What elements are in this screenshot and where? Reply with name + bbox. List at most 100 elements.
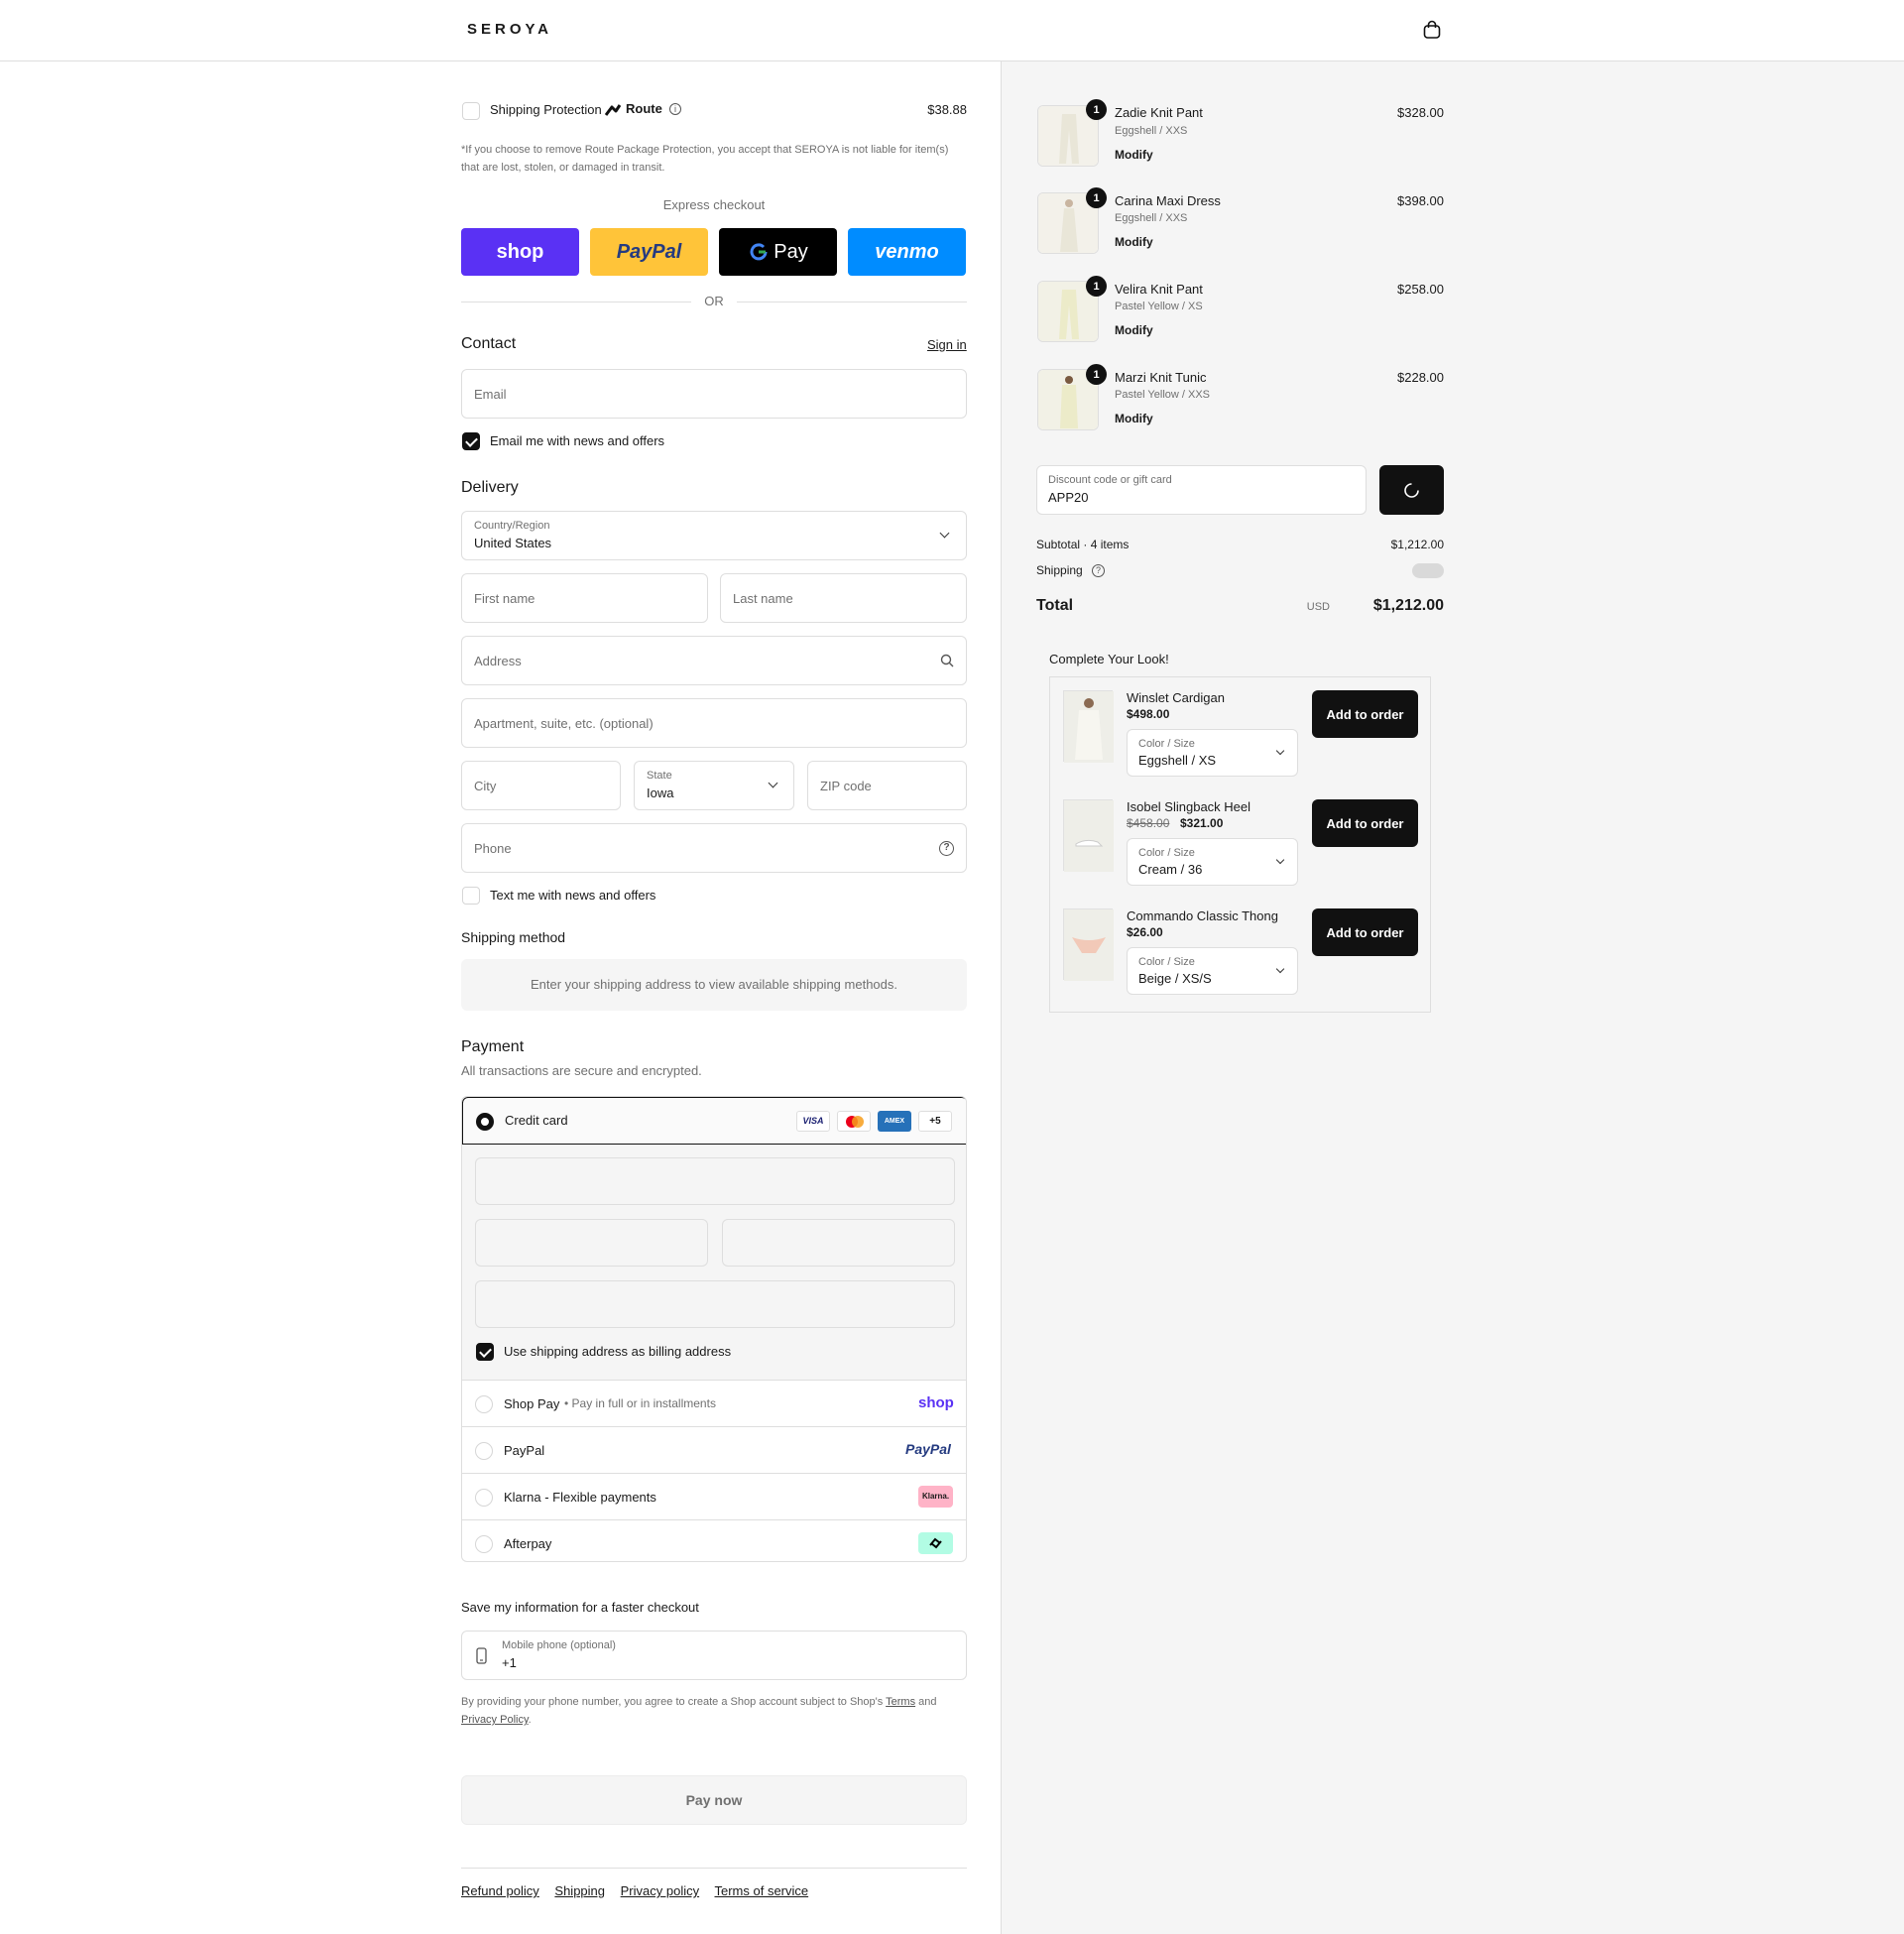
add-to-order-button[interactable]: Add to order bbox=[1312, 690, 1418, 738]
afterpay-option[interactable]: Afterpay bbox=[462, 1519, 966, 1561]
upsell-thumbnail bbox=[1063, 799, 1114, 872]
visa-icon: VISA bbox=[796, 1111, 830, 1132]
info-icon[interactable]: i bbox=[669, 103, 681, 115]
shopping-bag-icon[interactable] bbox=[1421, 19, 1443, 41]
paypal-logo: PayPal bbox=[905, 1441, 951, 1457]
text-offers-label: Text me with news and offers bbox=[490, 888, 656, 903]
item-price: $258.00 bbox=[1397, 282, 1444, 297]
modify-link[interactable]: Modify bbox=[1115, 235, 1153, 249]
item-name: Zadie Knit Pant bbox=[1115, 105, 1203, 120]
brand-logo[interactable]: SEROYA bbox=[467, 21, 552, 38]
venmo-button[interactable]: venmo bbox=[848, 228, 966, 276]
card-cvv-field[interactable] bbox=[722, 1219, 955, 1267]
subtotal-label: Subtotal · 4 items bbox=[1036, 538, 1130, 551]
express-checkout-title: Express checkout bbox=[662, 197, 766, 212]
afterpay-radio[interactable] bbox=[475, 1535, 493, 1553]
country-select[interactable]: Country/Region United States bbox=[461, 511, 967, 560]
mobile-phone-icon bbox=[476, 1647, 487, 1664]
shop-pay-option[interactable]: Shop Pay • Pay in full or in installment… bbox=[462, 1380, 966, 1426]
shipping-protection-checkbox[interactable] bbox=[462, 102, 480, 120]
address-field[interactable]: Address bbox=[461, 636, 967, 685]
email-field[interactable]: Email bbox=[461, 369, 967, 419]
upsell-name: Isobel Slingback Heel bbox=[1127, 799, 1251, 814]
sign-in-link[interactable]: Sign in bbox=[927, 337, 967, 352]
shipping-method-notice: Enter your shipping address to view avai… bbox=[461, 959, 967, 1011]
header: SEROYA bbox=[0, 0, 1904, 61]
total-label: Total bbox=[1036, 597, 1074, 614]
route-label: Route bbox=[626, 101, 662, 116]
upsell-variant-select[interactable]: Color / Size Beige / XS/S bbox=[1127, 947, 1298, 995]
upsell-name: Winslet Cardigan bbox=[1127, 690, 1225, 705]
credit-card-radio[interactable] bbox=[476, 1113, 494, 1131]
zip-field[interactable]: ZIP code bbox=[807, 761, 967, 810]
help-icon[interactable]: ? bbox=[939, 841, 954, 856]
klarna-label: Klarna - Flexible payments bbox=[504, 1490, 656, 1505]
privacy-policy-footer-link[interactable]: Privacy policy bbox=[621, 1883, 699, 1898]
pay-now-button[interactable]: Pay now bbox=[461, 1775, 967, 1825]
chevron-down-icon bbox=[1275, 746, 1285, 756]
apartment-field[interactable]: Apartment, suite, etc. (optional) bbox=[461, 698, 967, 748]
add-to-order-button[interactable]: Add to order bbox=[1312, 908, 1418, 956]
privacy-policy-link[interactable]: Privacy Policy bbox=[461, 1714, 529, 1726]
terms-link[interactable]: Terms bbox=[886, 1696, 915, 1708]
apply-discount-button[interactable] bbox=[1379, 465, 1444, 515]
discount-code-field[interactable]: Discount code or gift card APP20 bbox=[1036, 465, 1367, 515]
add-to-order-button[interactable]: Add to order bbox=[1312, 799, 1418, 847]
last-name-field[interactable]: Last name bbox=[720, 573, 967, 623]
shop-pay-button[interactable]: shop bbox=[461, 228, 579, 276]
state-select[interactable]: State Iowa bbox=[634, 761, 794, 810]
paypal-option[interactable]: PayPal PayPal bbox=[462, 1426, 966, 1473]
payment-title: Payment bbox=[461, 1038, 525, 1055]
modify-link[interactable]: Modify bbox=[1115, 323, 1153, 337]
shop-pay-subtitle: • Pay in full or in installments bbox=[564, 1396, 716, 1410]
modify-link[interactable]: Modify bbox=[1115, 412, 1153, 425]
text-offers-checkbox[interactable] bbox=[462, 887, 480, 905]
item-price: $228.00 bbox=[1397, 370, 1444, 385]
shipping-protection-label: Shipping Protection bbox=[490, 102, 602, 117]
first-name-field[interactable]: First name bbox=[461, 573, 708, 623]
upsell-panel: Winslet Cardigan $498.00 Color / Size Eg… bbox=[1049, 676, 1431, 1013]
google-g-icon bbox=[750, 243, 768, 261]
shop-pay-radio[interactable] bbox=[475, 1395, 493, 1413]
refund-policy-link[interactable]: Refund policy bbox=[461, 1883, 539, 1898]
payment-subtitle: All transactions are secure and encrypte… bbox=[461, 1063, 702, 1078]
credit-card-label: Credit card bbox=[505, 1113, 568, 1128]
shop-legal-text: By providing your phone number, you agre… bbox=[461, 1696, 937, 1726]
shipping-link[interactable]: Shipping bbox=[554, 1883, 605, 1898]
route-logo-icon bbox=[605, 104, 622, 116]
klarna-radio[interactable] bbox=[475, 1489, 493, 1507]
upsell-title: Complete Your Look! bbox=[1049, 652, 1169, 666]
card-details-panel: Use shipping address as billing address bbox=[462, 1145, 966, 1380]
shipping-protection-price: $38.88 bbox=[927, 102, 967, 117]
card-name-field[interactable] bbox=[475, 1280, 955, 1328]
upsell-variant-select[interactable]: Color / Size Eggshell / XS bbox=[1127, 729, 1298, 777]
klarna-logo: Klarna. bbox=[918, 1486, 953, 1508]
paypal-button[interactable]: PayPal bbox=[590, 228, 708, 276]
delivery-title: Delivery bbox=[461, 479, 519, 496]
afterpay-logo-icon bbox=[918, 1532, 953, 1554]
shop-pay-logo: shop bbox=[918, 1394, 954, 1411]
newsletter-checkbox[interactable] bbox=[462, 432, 480, 450]
item-name: Velira Knit Pant bbox=[1115, 282, 1203, 297]
upsell-thumbnail bbox=[1063, 908, 1114, 981]
upsell-variant-select[interactable]: Color / Size Cream / 36 bbox=[1127, 838, 1298, 886]
city-field[interactable]: City bbox=[461, 761, 621, 810]
terms-of-service-link[interactable]: Terms of service bbox=[715, 1883, 809, 1898]
modify-link[interactable]: Modify bbox=[1115, 148, 1153, 162]
billing-same-label: Use shipping address as billing address bbox=[504, 1344, 732, 1359]
quantity-badge: 1 bbox=[1086, 364, 1107, 385]
billing-same-checkbox[interactable] bbox=[476, 1343, 494, 1361]
credit-card-option[interactable]: Credit card VISA AMEX +5 bbox=[462, 1097, 966, 1145]
klarna-option[interactable]: Klarna - Flexible payments Klarna. bbox=[462, 1473, 966, 1519]
mobile-phone-field[interactable]: Mobile phone (optional) +1 bbox=[461, 1631, 967, 1680]
help-icon[interactable]: ? bbox=[1092, 564, 1105, 577]
google-pay-button[interactable]: Pay bbox=[719, 228, 837, 276]
phone-field[interactable]: Phone ? bbox=[461, 823, 967, 873]
item-variant: Pastel Yellow / XS bbox=[1115, 301, 1203, 312]
card-number-field[interactable] bbox=[475, 1157, 955, 1205]
card-expiry-field[interactable] bbox=[475, 1219, 708, 1267]
upsell-price: $26.00 bbox=[1127, 925, 1163, 939]
quantity-badge: 1 bbox=[1086, 99, 1107, 120]
paypal-radio[interactable] bbox=[475, 1442, 493, 1460]
newsletter-label: Email me with news and offers bbox=[490, 433, 665, 448]
